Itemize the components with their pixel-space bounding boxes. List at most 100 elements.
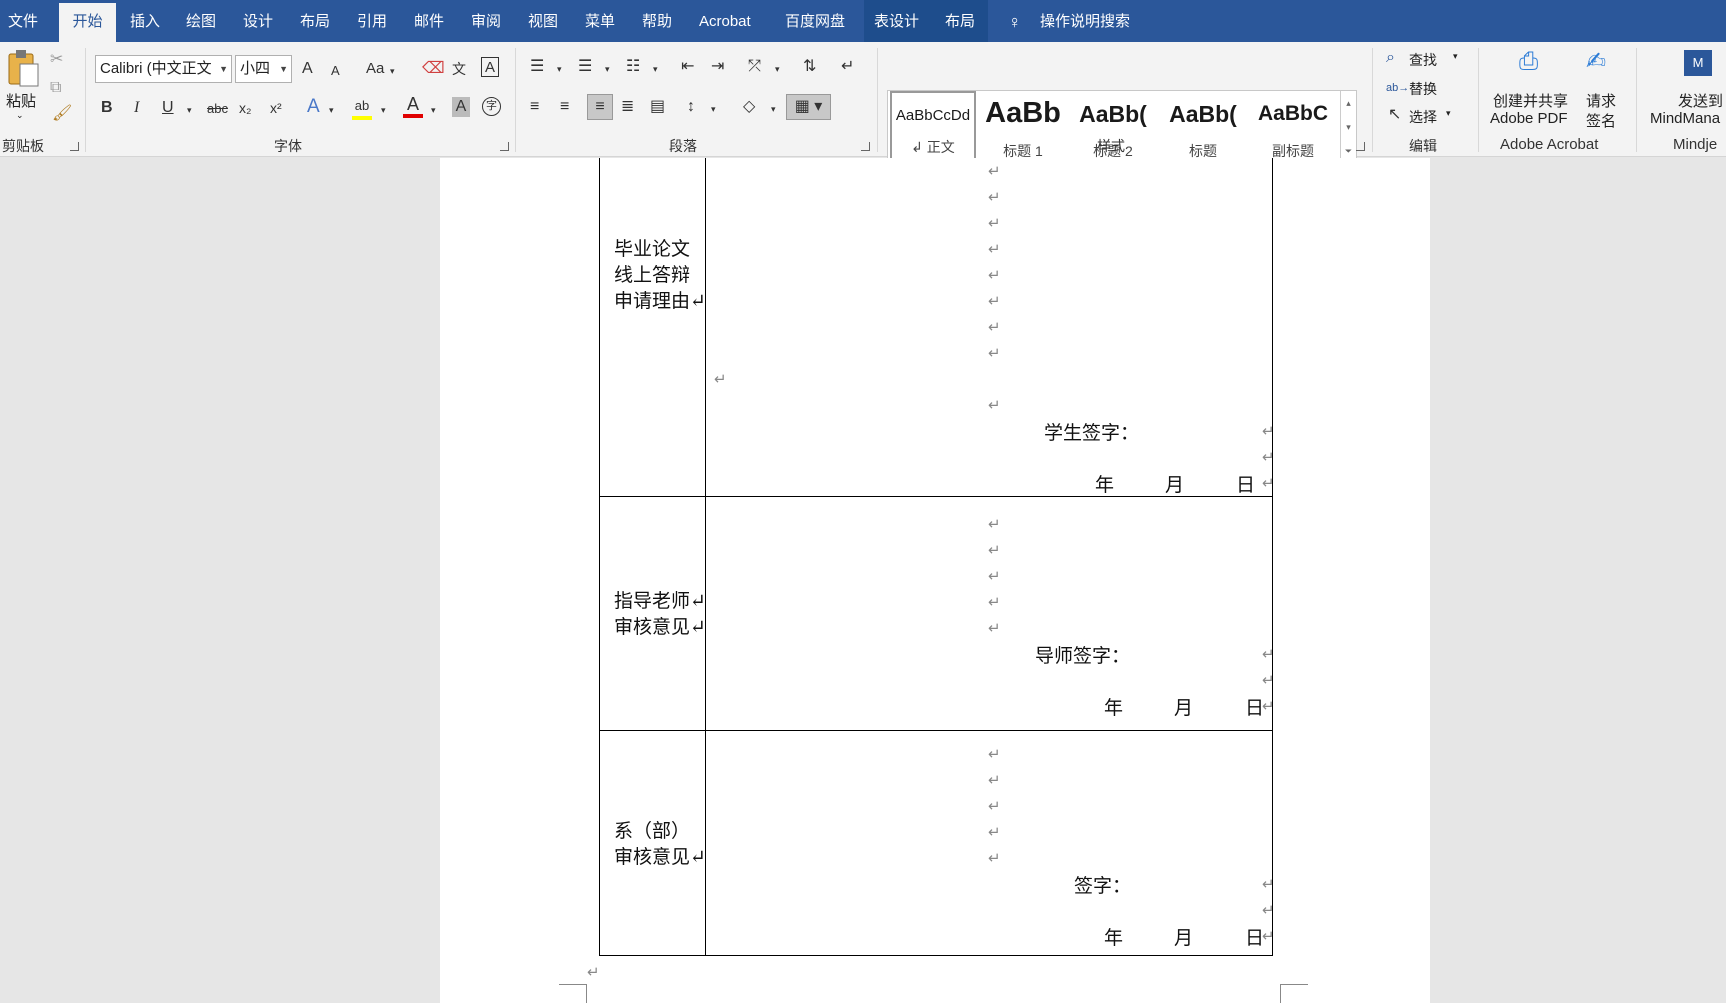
chevron-down-icon[interactable]: ▾ — [557, 59, 562, 79]
create-pdf-icon[interactable]: ⎙ — [1519, 50, 1538, 74]
send-to-label-2[interactable]: MindMana — [1650, 110, 1720, 127]
multilevel-list-icon[interactable]: ☷ — [626, 57, 640, 77]
copy-icon[interactable]: ⧉ — [50, 78, 61, 98]
align-center-icon[interactable]: ≡ — [560, 97, 569, 117]
style-heading-1[interactable]: AaBb 标题 1 — [980, 91, 1066, 165]
tab-draw[interactable]: 绘图 — [186, 0, 216, 42]
tab-baidu[interactable]: 百度网盘 — [785, 0, 845, 42]
chevron-down-icon[interactable]: ▾ — [329, 100, 334, 120]
request-sign-label[interactable]: 请求 — [1586, 90, 1616, 111]
chevron-down-icon[interactable]: ▾ — [381, 100, 386, 120]
shading-icon[interactable]: ◇ — [743, 97, 755, 117]
tab-layout[interactable]: 布局 — [300, 0, 330, 42]
chevron-down-icon[interactable]: ▾ — [653, 59, 658, 79]
menu-file[interactable]: 文件 — [8, 0, 38, 42]
style-title[interactable]: AaBb(标题 — [1160, 91, 1246, 165]
chevron-down-icon[interactable]: ▾ — [431, 100, 436, 120]
tell-me-search[interactable]: 操作说明搜索 — [1040, 0, 1130, 42]
font-size-combo[interactable]: 小四 ▼ — [235, 55, 292, 83]
search-icon[interactable]: ⌕ — [1386, 48, 1395, 68]
tab-insert[interactable]: 插入 — [130, 0, 160, 42]
tab-acrobat[interactable]: Acrobat — [699, 0, 751, 42]
align-left-icon[interactable]: ≡ — [530, 97, 539, 117]
tab-home[interactable]: 开始 — [59, 0, 116, 42]
chevron-down-icon[interactable]: ▾ — [775, 59, 780, 79]
change-case-icon[interactable]: Aa — [366, 59, 384, 79]
enclose-chars-icon[interactable]: 字 — [482, 97, 501, 116]
align-right-icon[interactable]: ≡ — [587, 94, 613, 120]
chevron-down-icon[interactable]: ▾ — [711, 99, 716, 119]
table-border-right — [1272, 158, 1273, 955]
paragraph-launcher-icon[interactable] — [861, 142, 870, 151]
sort-icon[interactable]: ⇅ — [803, 57, 816, 77]
bullets-icon[interactable]: ☰ — [530, 57, 544, 77]
request-sign-label-2[interactable]: 签名 — [1586, 110, 1616, 131]
chevron-down-icon[interactable]: ▾ — [390, 61, 395, 81]
decrease-indent-icon[interactable]: ⇤ — [681, 57, 694, 77]
style-subtitle[interactable]: AaBbC 副标题 — [1250, 91, 1336, 165]
tab-references[interactable]: 引用 — [357, 0, 387, 42]
chevron-down-icon[interactable]: ▾ — [605, 59, 610, 79]
chevron-down-icon[interactable]: ▾ — [1446, 108, 1451, 119]
request-signature-icon[interactable]: ✍ — [1586, 50, 1606, 74]
tab-review[interactable]: 审阅 — [471, 0, 501, 42]
line-spacing-icon[interactable]: ↕ — [687, 97, 695, 117]
send-to-label[interactable]: 发送到 — [1678, 90, 1723, 111]
tab-table-layout[interactable]: 布局 — [945, 0, 975, 42]
distributed-icon[interactable]: ▤ — [650, 97, 665, 117]
clipboard-launcher-icon[interactable] — [70, 142, 79, 151]
style-normal[interactable]: AaBbCcDd ↲ 正文 — [890, 91, 976, 165]
text-effects-icon[interactable]: A — [307, 97, 320, 117]
char-border-icon[interactable]: A — [481, 57, 499, 77]
find-button[interactable]: 查找 — [1409, 50, 1437, 70]
bold-button[interactable]: B — [101, 98, 113, 118]
mindmanager-icon[interactable]: M — [1684, 50, 1712, 76]
divider — [515, 48, 516, 152]
borders-icon[interactable]: ▦ ▾ — [786, 94, 831, 120]
replace-icon[interactable]: ab→ — [1386, 78, 1409, 98]
shrink-font-icon[interactable]: A — [331, 61, 340, 81]
chevron-down-icon[interactable]: ⌄ — [16, 110, 24, 121]
paragraph-mark: ↵ — [1262, 875, 1275, 893]
paragraph-mark: ↵ — [988, 214, 1001, 232]
show-marks-icon[interactable]: ↵ — [841, 57, 854, 77]
tab-view[interactable]: 视图 — [528, 0, 558, 42]
superscript-button[interactable]: x² — [270, 98, 282, 118]
tab-design[interactable]: 设计 — [243, 0, 273, 42]
numbering-icon[interactable]: ☰ — [578, 57, 592, 77]
styles-launcher-icon[interactable] — [1356, 142, 1365, 151]
grow-font-icon[interactable]: A — [302, 59, 313, 79]
font-name-combo[interactable]: Calibri (中文正文 ▼ — [95, 55, 232, 83]
increase-indent-icon[interactable]: ⇥ — [711, 57, 724, 77]
paste-label[interactable]: 粘贴 — [6, 90, 36, 111]
italic-button[interactable]: I — [134, 98, 139, 118]
char-shading-icon[interactable]: A — [452, 97, 470, 117]
tab-help[interactable]: 帮助 — [642, 0, 672, 42]
chevron-down-icon[interactable]: ▾ — [187, 100, 192, 120]
tab-menu[interactable]: 菜单 — [585, 0, 615, 42]
font-color-icon[interactable]: A — [403, 94, 423, 118]
asian-layout-icon[interactable]: ⤱ — [748, 57, 761, 77]
cut-icon[interactable]: ✂ — [50, 50, 63, 70]
underline-button[interactable]: U — [162, 98, 174, 118]
tab-table-design[interactable]: 表设计 — [874, 0, 919, 42]
format-painter-icon[interactable]: 🖌 — [52, 104, 72, 124]
strikethrough-button[interactable]: abc — [207, 99, 228, 119]
font-launcher-icon[interactable] — [500, 142, 509, 151]
paste-button[interactable] — [6, 48, 42, 90]
gallery-scroll[interactable]: ▴ ▾ ⏷ — [1340, 91, 1356, 165]
justify-icon[interactable]: ≣ — [621, 97, 634, 117]
row-label: 指导老师↵ 审核意见↵ — [614, 588, 706, 640]
create-share-label[interactable]: 创建并共享 — [1493, 90, 1568, 111]
subscript-button[interactable]: x₂ — [239, 98, 251, 118]
tab-mailings[interactable]: 邮件 — [414, 0, 444, 42]
phonetic-guide-icon[interactable]: 文 — [452, 59, 466, 79]
replace-button[interactable]: 替换 — [1409, 79, 1437, 99]
chevron-down-icon[interactable]: ▾ — [771, 99, 776, 119]
create-share-label-2[interactable]: Adobe PDF — [1490, 110, 1568, 127]
select-button[interactable]: 选择 — [1409, 107, 1437, 127]
highlight-icon[interactable]: ab — [352, 96, 372, 120]
clear-format-icon[interactable]: ⌫ — [422, 59, 445, 79]
cursor-icon[interactable]: ↖ — [1388, 105, 1401, 125]
chevron-down-icon[interactable]: ▾ — [1453, 51, 1458, 62]
